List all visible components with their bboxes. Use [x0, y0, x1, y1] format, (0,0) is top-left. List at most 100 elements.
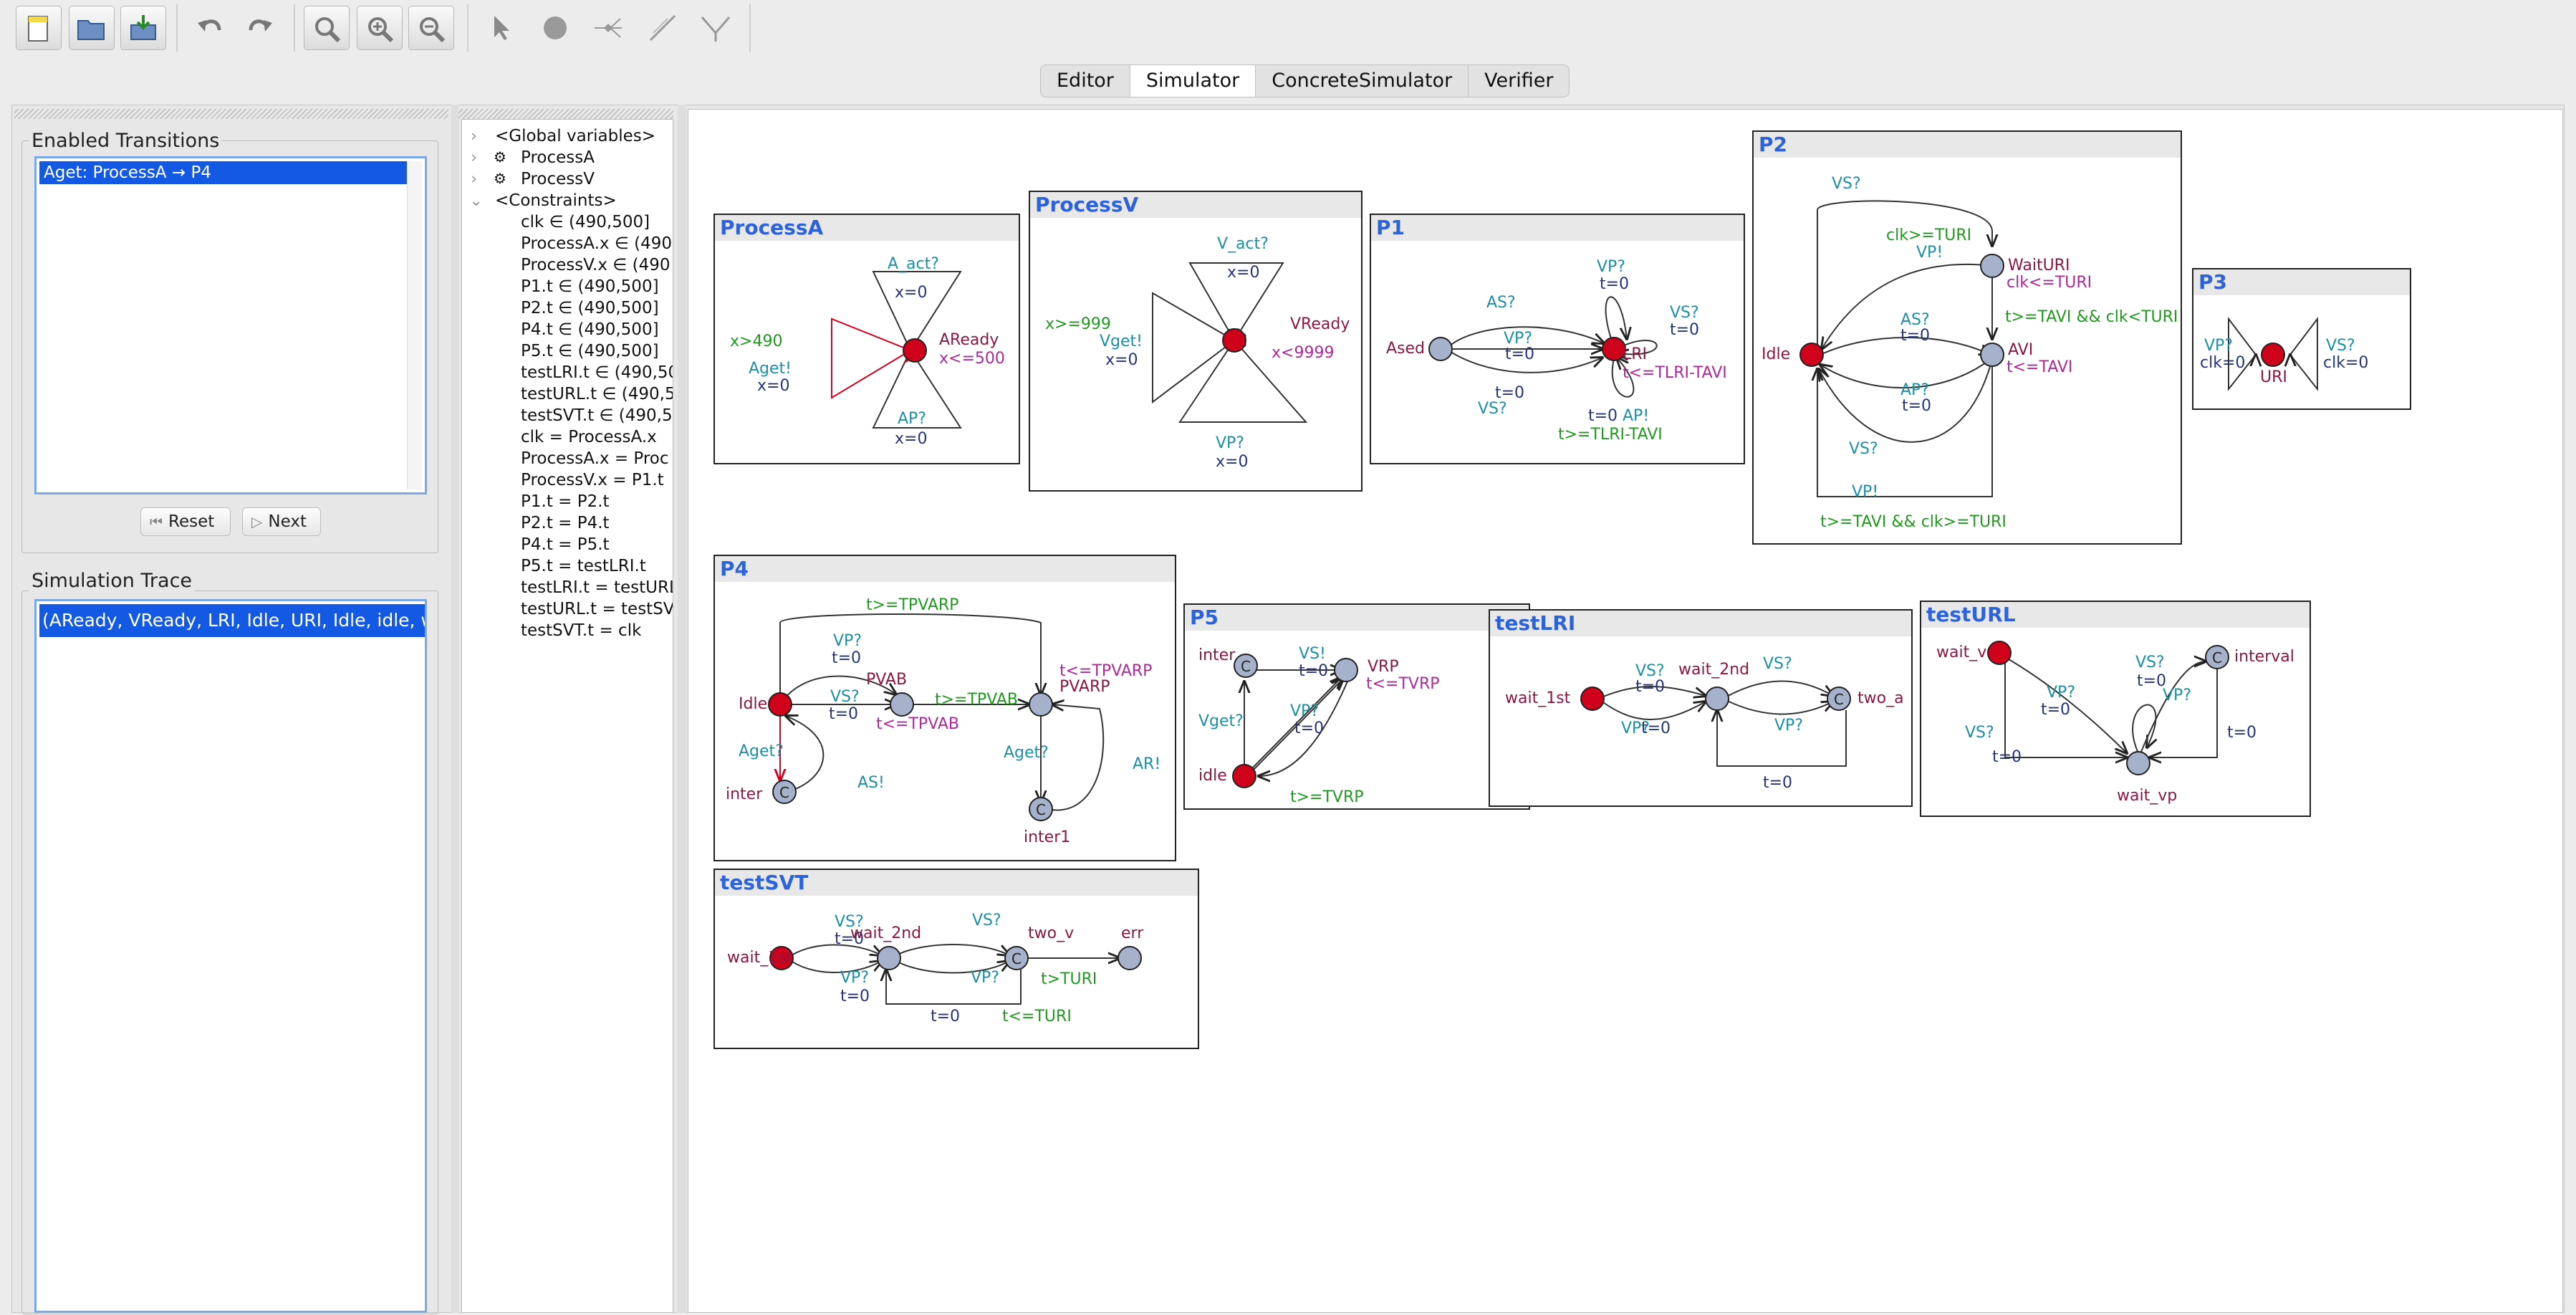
tab-verifier[interactable]: Verifier [1469, 65, 1569, 97]
testURL-label: t=0 [2041, 701, 2070, 719]
process-node-a[interactable]: ProcessA [521, 148, 595, 167]
undo-icon[interactable] [188, 6, 234, 50]
constraint-row[interactable]: P1.t ∈ (490,500] [521, 277, 659, 296]
p1-label: VS? [1478, 400, 1507, 418]
constraint-row[interactable]: testURL.t = testSV [521, 600, 673, 618]
p4-label: t<=TPVAB [876, 715, 959, 733]
p2-label: VS? [1849, 440, 1878, 458]
p5-label: t<=TVRP [1366, 675, 1440, 693]
left-panel-handle[interactable] [14, 109, 448, 119]
expand-arrow-icon[interactable]: › [471, 127, 477, 145]
processA-label: Aget! [749, 360, 792, 378]
testLRI-label: t=0 [1635, 678, 1665, 696]
expand-arrow-icon[interactable]: › [471, 170, 477, 188]
p1-label: VS? [1670, 304, 1699, 322]
processA-label: x=0 [895, 430, 927, 448]
testURL-label: interval [2234, 648, 2294, 666]
tab-simulator[interactable]: Simulator [1130, 65, 1256, 97]
constraint-row[interactable]: P2.t ∈ (490,500] [521, 299, 659, 317]
constraint-row[interactable]: P5.t ∈ (490,500] [521, 342, 659, 360]
p3-label: clk=0 [2323, 354, 2368, 372]
constraint-row[interactable]: testLRI.t = testURL [521, 578, 673, 597]
zoom-to-fit-icon[interactable] [304, 6, 350, 50]
constraint-row[interactable]: ProcessV.x ∈ (490 [521, 256, 670, 274]
constraint-row[interactable]: P4.t = P5.t [521, 535, 610, 554]
constraints-node[interactable]: <Constraints> [495, 191, 617, 210]
testurl-committed-mark: C [2212, 649, 2222, 666]
constraint-row[interactable]: ProcessV.x = P1.t [521, 471, 664, 489]
p2-label: t>=TAVI && clk<TURI [2005, 308, 2178, 326]
global-variables-node[interactable]: <Global variables> [495, 127, 655, 145]
tree-panel-handle[interactable] [458, 109, 673, 119]
constraint-row[interactable]: ProcessA.x = Proc [521, 449, 669, 468]
p3-label: clk=0 [2200, 354, 2245, 372]
expand-arrow-icon[interactable]: › [471, 148, 477, 167]
p4-label: inter1 [1024, 828, 1070, 846]
constraint-row[interactable]: P4.t ∈ (490,500] [521, 320, 659, 339]
automata-diagram[interactable]: ProcessAA_act?x=0AReadyx<=500x>490Aget!x… [688, 110, 2562, 1312]
location-tool-icon[interactable] [533, 6, 579, 50]
system-canvas[interactable]: ProcessA A_act? x=0 AReady x<=500 x>490 Aget! x… [688, 109, 2563, 1313]
constraint-row[interactable]: testLRI.t ∈ (490,50 [521, 363, 673, 382]
p5-label: idle [1198, 767, 1227, 785]
constraint-row[interactable]: P5.t = testLRI.t [521, 557, 646, 575]
constraint-row[interactable]: clk ∈ (490,500] [521, 213, 650, 231]
constraint-row[interactable]: ProcessA.x ∈ (490 [521, 234, 672, 253]
scrollbar[interactable] [407, 161, 422, 489]
save-icon[interactable] [120, 6, 166, 50]
p5-label: VS! [1299, 645, 1326, 663]
redo-icon[interactable] [238, 6, 284, 50]
constraint-row[interactable]: testURL.t ∈ (490,5 [521, 385, 673, 403]
edge-tool-icon[interactable] [640, 6, 686, 50]
p1-label: VP? [1597, 258, 1625, 276]
testSVT-label: two_v [1028, 924, 1074, 942]
p3-label: URI [2260, 368, 2287, 386]
processA-label: AP? [898, 410, 926, 428]
zoom-out-icon[interactable] [408, 6, 454, 50]
testURL-label: t=0 [1992, 748, 2022, 766]
enabled-transitions-list[interactable]: Aget: ProcessA → P4 [34, 156, 427, 494]
p4-location [768, 692, 792, 717]
p5-label: VP? [1290, 702, 1319, 720]
p4-label: t=0 [832, 649, 861, 667]
zoom-in-icon[interactable] [357, 6, 403, 50]
constraint-row[interactable]: clk = ProcessA.x [521, 428, 657, 446]
testlri-template-box [1489, 609, 1913, 807]
nail-tool-icon[interactable] [693, 6, 739, 50]
open-icon[interactable] [69, 6, 115, 50]
p4-title: P4 [720, 557, 749, 580]
p2-location [1980, 343, 2004, 367]
new-document-icon[interactable] [16, 6, 62, 50]
constraint-row[interactable]: P1.t = P2.t [521, 492, 610, 511]
constraint-row[interactable]: testSVT.t = clk [521, 621, 641, 640]
splitter-right[interactable] [678, 105, 686, 1313]
testurl-location [2126, 751, 2150, 775]
p4-label: AR! [1133, 755, 1160, 773]
tab-editor[interactable]: Editor [1041, 65, 1130, 97]
p2-label: AVI [2008, 341, 2033, 359]
process-node-v[interactable]: ProcessV [521, 170, 595, 188]
rewind-icon: ⏮ [150, 513, 163, 530]
constraint-row[interactable]: P2.t = P4.t [521, 514, 610, 532]
processV-label: x<9999 [1272, 344, 1334, 362]
p1-label: t>=TLRI-TAVI [1558, 426, 1663, 444]
processA-label: AReady [939, 331, 999, 349]
constraint-row[interactable]: testSVT.t ∈ (490,5 [521, 406, 673, 425]
reset-button[interactable]: ⏮ Reset [140, 507, 231, 536]
testURL-label: VP? [2047, 684, 2075, 702]
branch-tool-icon[interactable] [586, 6, 632, 50]
select-tool-icon[interactable] [480, 6, 526, 50]
tab-concrete-simulator[interactable]: ConcreteSimulator [1256, 65, 1469, 97]
p3-label: VP? [2204, 337, 2233, 355]
testlri-location [1580, 687, 1605, 711]
transition-item[interactable]: Aget: ProcessA → P4 [39, 161, 409, 184]
p1-title-bar [1371, 215, 1744, 241]
splitter-left[interactable] [451, 105, 458, 1313]
variables-tree[interactable]: › <Global variables> › ⚙ ProcessA › ⚙ Pr… [461, 119, 673, 1313]
testLRI-label: two_a [1857, 689, 1904, 707]
collapse-arrow-icon[interactable]: ⌄ [469, 191, 483, 210]
simulation-trace-list[interactable]: (AReady, VReady, LRI, Idle, URI, Idle, i… [34, 599, 427, 1313]
next-button[interactable]: ▷ Next [242, 507, 321, 536]
p4-label: PVAB [866, 671, 907, 689]
trace-item[interactable]: (AReady, VReady, LRI, Idle, URI, Idle, i… [39, 604, 425, 637]
